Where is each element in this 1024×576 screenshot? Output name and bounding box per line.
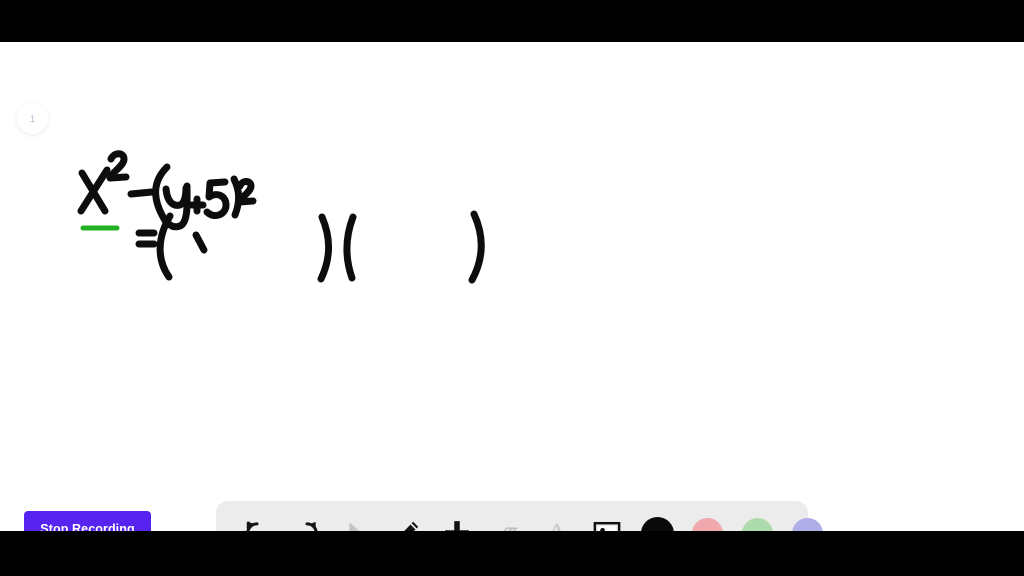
eraser-tool[interactable] bbox=[482, 508, 532, 531]
whiteboard-app: 1 Stop Recording bbox=[0, 0, 1024, 576]
undo-tool[interactable] bbox=[232, 508, 282, 531]
text-tool[interactable]: A bbox=[532, 508, 582, 532]
whiteboard-canvas[interactable]: 1 Stop Recording bbox=[0, 42, 1024, 531]
image-icon bbox=[593, 519, 621, 531]
eraser-icon bbox=[492, 518, 522, 531]
image-tool[interactable] bbox=[582, 508, 632, 531]
pencil-icon bbox=[393, 519, 421, 531]
pen-tool[interactable] bbox=[382, 508, 432, 531]
letterbox-top bbox=[0, 0, 1024, 42]
cursor-icon bbox=[344, 520, 370, 531]
page-indicator[interactable]: 1 bbox=[17, 103, 48, 134]
color-pink-swatch[interactable] bbox=[682, 508, 732, 531]
color-swatch-dot bbox=[640, 516, 674, 531]
undo-icon bbox=[243, 519, 271, 531]
handwriting-ink-layer bbox=[77, 150, 485, 284]
redo-icon bbox=[293, 519, 321, 531]
add-tool[interactable] bbox=[432, 508, 482, 531]
select-tool[interactable] bbox=[332, 508, 382, 531]
color-swatch-dot bbox=[741, 517, 773, 531]
color-swatch-dot bbox=[691, 517, 723, 531]
text-a-icon: A bbox=[546, 518, 568, 532]
color-black-swatch[interactable] bbox=[632, 508, 682, 531]
letterbox-bottom bbox=[0, 531, 1024, 576]
color-purple-swatch[interactable] bbox=[782, 508, 832, 531]
drawing-toolbar: A bbox=[216, 501, 823, 532]
ink-stroke-group-line2 bbox=[135, 210, 485, 284]
page-indicator-label: 1 bbox=[29, 113, 35, 124]
color-swatch-dot bbox=[791, 517, 823, 531]
stop-recording-button[interactable]: Stop Recording bbox=[24, 511, 151, 531]
redo-tool[interactable] bbox=[282, 508, 332, 531]
plus-icon bbox=[442, 518, 472, 531]
color-green-swatch[interactable] bbox=[732, 508, 782, 531]
